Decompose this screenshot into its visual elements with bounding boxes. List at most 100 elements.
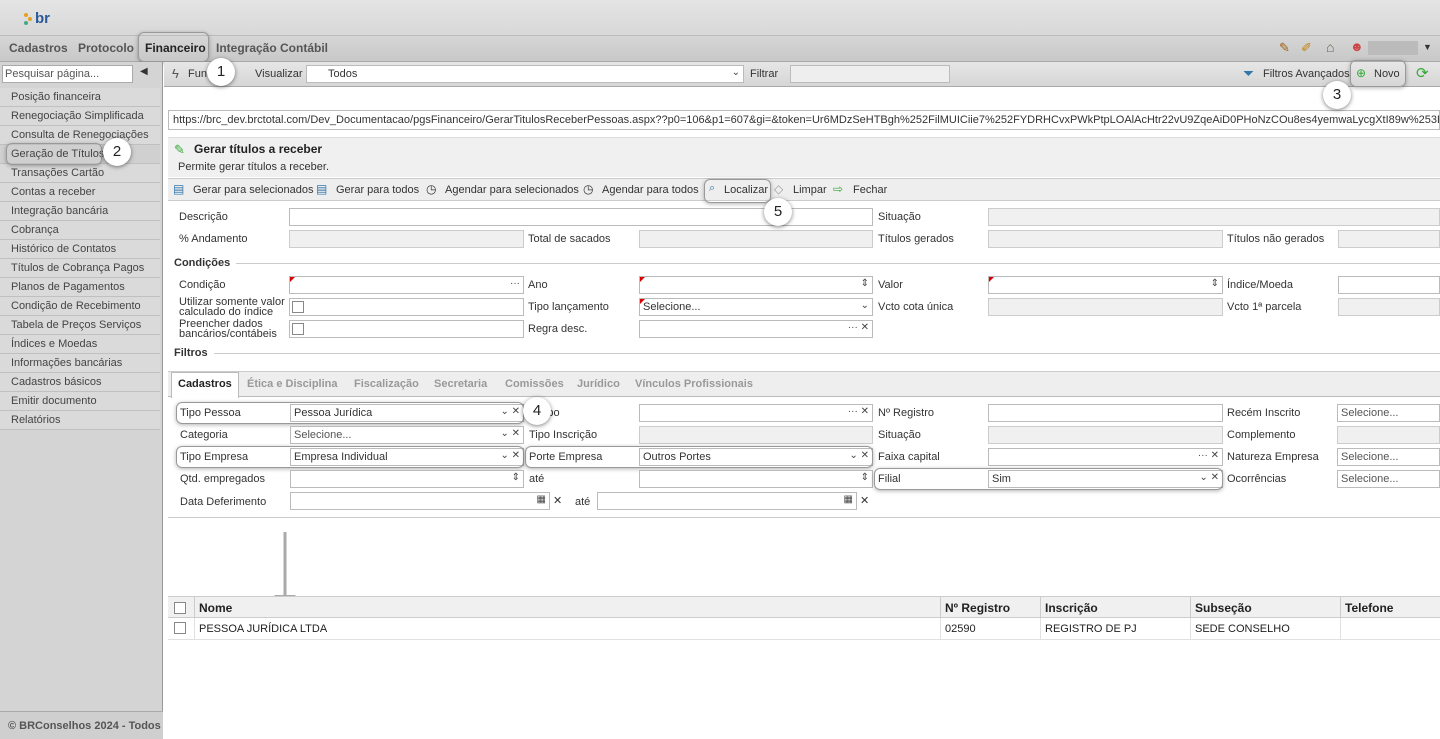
fechar-button[interactable]: Fechar (853, 184, 887, 196)
titulos-nao-gerados-field (1338, 230, 1440, 248)
valor-input[interactable]: ⇕ (988, 276, 1223, 294)
preencher-checkbox[interactable] (292, 323, 304, 335)
tipo-lancamento-select[interactable]: Selecione... ⌄ (639, 298, 873, 316)
agendar-selecionados-button[interactable]: Agendar para selecionados (445, 184, 579, 196)
tab-etica[interactable]: Ética e Disciplina (247, 378, 337, 390)
edit-icon[interactable]: ✎ (1279, 40, 1290, 56)
table-cell-nregistro: 02590 (941, 618, 1041, 640)
tab-juridico[interactable]: Jurídico (577, 378, 620, 390)
user-icon[interactable]: ☻ (1350, 39, 1364, 54)
sidebar-item-historico-contatos[interactable]: Histórico de Contatos (0, 240, 160, 259)
tab-comissoes[interactable]: Comissões (505, 378, 564, 390)
complemento-field (1337, 426, 1440, 444)
data-deferimento-input[interactable]: ▦ (290, 492, 550, 510)
vcto-cota-label: Vcto cota única (878, 301, 954, 313)
sidebar-item-indices-moedas[interactable]: Índices e Moedas (0, 335, 160, 354)
col-nregistro[interactable]: Nº Registro (941, 596, 1041, 618)
gerar-todos-button[interactable]: Gerar para todos (336, 184, 419, 196)
tab-vinculos[interactable]: Vínculos Profissionais (635, 378, 753, 390)
url-bar: https://brc_dev.brctotal.com/Dev_Documen… (168, 110, 1440, 130)
spinner-icon[interactable]: ⇕ (1211, 278, 1219, 289)
collapse-sidebar-icon[interactable]: ◀ (140, 66, 148, 77)
col-telefone[interactable]: Telefone (1341, 596, 1440, 618)
sidebar-item-transacoes-cartao[interactable]: Transações Cartão (0, 164, 160, 183)
regra-desc-input[interactable]: ··· ✕ (639, 320, 873, 338)
sidebar-item-posicao[interactable]: Posição financeira (0, 88, 160, 107)
menu-integracao-contabil[interactable]: Integração Contábil (216, 41, 328, 55)
ano-input[interactable]: ⇕ (639, 276, 873, 294)
tab-secretaria[interactable]: Secretaria (434, 378, 487, 390)
row-checkbox[interactable] (174, 622, 186, 634)
sidebar-search-input[interactable]: Pesquisar página... (2, 65, 133, 83)
clear-icon[interactable]: ✕ (860, 494, 869, 507)
sidebar-item-titulos-pagos[interactable]: Títulos de Cobrança Pagos (0, 259, 160, 278)
agendar-todos-button[interactable]: Agendar para todos (602, 184, 699, 196)
natureza-select[interactable]: Selecione... (1337, 448, 1440, 466)
situacao-label: Situação (878, 211, 921, 223)
calendar-icon[interactable]: ▦ (844, 494, 853, 505)
broom-icon[interactable]: ✐ (1301, 40, 1312, 56)
refresh-icon[interactable]: ⟳ (1416, 64, 1429, 82)
qtd-empregados-input[interactable]: ⇕ (290, 470, 524, 488)
ellipsis-clear-icons[interactable]: ··· ✕ (848, 406, 869, 417)
sidebar-item-contas-receber[interactable]: Contas a receber (0, 183, 160, 202)
chevron-clear-icons[interactable]: ⌄ ✕ (500, 428, 520, 439)
col-inscricao[interactable]: Inscrição (1041, 596, 1191, 618)
home-icon[interactable]: ⌂ (1326, 39, 1334, 55)
calendar-icon[interactable]: ▦ (537, 494, 546, 505)
limpar-button[interactable]: Limpar (793, 184, 827, 196)
total-sacados-field (639, 230, 873, 248)
col-nome[interactable]: Nome (195, 596, 941, 618)
sidebar-item-planos-pagamentos[interactable]: Planos de Pagamentos (0, 278, 160, 297)
grupo-input[interactable]: ··· ✕ (639, 404, 873, 422)
eraser-icon: ◇ (774, 182, 784, 196)
page-header: ✎ Gerar títulos a receber Permite gerar … (168, 137, 1440, 177)
faixa-capital-input[interactable]: ··· ✕ (988, 448, 1223, 466)
tipo-lancamento-value: Selecione... (643, 301, 701, 313)
funnel-icon[interactable]: ⏷ (1243, 65, 1254, 82)
sidebar-item-cobranca[interactable]: Cobrança (0, 221, 160, 240)
recem-inscrito-select[interactable]: Selecione... (1337, 404, 1440, 422)
sidebar-item-renegociacao[interactable]: Renegociação Simplificada (0, 107, 160, 126)
highlight-novo (1350, 60, 1406, 87)
view-select[interactable]: Todos ⌄ (306, 65, 744, 83)
tab-cadastros[interactable]: Cadastros (178, 378, 232, 390)
view-select-value: Todos (328, 68, 358, 80)
user-name-blurred (1368, 41, 1418, 55)
col-subsecao[interactable]: Subseção (1191, 596, 1341, 618)
sidebar-item-cadastros-basicos[interactable]: Cadastros básicos (0, 373, 160, 392)
condicao-input[interactable]: ··· (289, 276, 524, 294)
indice-moeda-input[interactable] (1338, 276, 1440, 294)
ellipsis-clear-icons[interactable]: ··· ✕ (848, 322, 869, 333)
spinner-icon[interactable]: ⇕ (861, 278, 869, 289)
categoria-select[interactable]: Selecione... ⌄ ✕ (290, 426, 524, 444)
filtros-divider (214, 353, 1440, 354)
menu-protocolo[interactable]: Protocolo (78, 41, 134, 55)
spinner-icon[interactable]: ⇕ (512, 472, 520, 483)
qtd-ate-input[interactable]: ⇕ (639, 470, 873, 488)
select-all-checkbox[interactable] (174, 602, 186, 614)
nregistro-input[interactable] (988, 404, 1223, 422)
advanced-filters-link[interactable]: Filtros Avançados (1263, 68, 1350, 80)
tab-fiscalizacao[interactable]: Fiscalização (354, 378, 419, 390)
descricao-label: Descrição (179, 211, 228, 223)
sidebar-item-integracao-bancaria[interactable]: Integração bancária (0, 202, 160, 221)
sidebar-item-emitir-documento[interactable]: Emitir documento (0, 392, 160, 411)
spinner-icon[interactable]: ⇕ (861, 472, 869, 483)
ellipsis-icon[interactable]: ··· (510, 278, 520, 289)
sidebar-item-tabela-precos[interactable]: Tabela de Preços Serviços (0, 316, 160, 335)
clock-icon: ◷ (583, 182, 594, 196)
sidebar-item-relatorios[interactable]: Relatórios (0, 411, 160, 430)
sidebar-item-condicao-recebimento[interactable]: Condição de Recebimento (0, 297, 160, 316)
menu-cadastros[interactable]: Cadastros (9, 41, 68, 55)
ocorrencias-select[interactable]: Selecione... (1337, 470, 1440, 488)
filter-input[interactable] (790, 65, 950, 83)
utilizar-checkbox[interactable] (292, 301, 304, 313)
sidebar-footer: © BRConselhos 2024 - Todos (0, 711, 163, 739)
gerar-selecionados-button[interactable]: Gerar para selecionados (193, 184, 313, 196)
ellipsis-clear-icons[interactable]: ··· ✕ (1198, 450, 1219, 461)
chevron-down-icon[interactable]: ▼ (1423, 42, 1432, 52)
data-ate-input[interactable]: ▦ (597, 492, 857, 510)
sidebar-item-informacoes-bancarias[interactable]: Informações bancárias (0, 354, 160, 373)
clear-icon[interactable]: ✕ (553, 494, 562, 507)
